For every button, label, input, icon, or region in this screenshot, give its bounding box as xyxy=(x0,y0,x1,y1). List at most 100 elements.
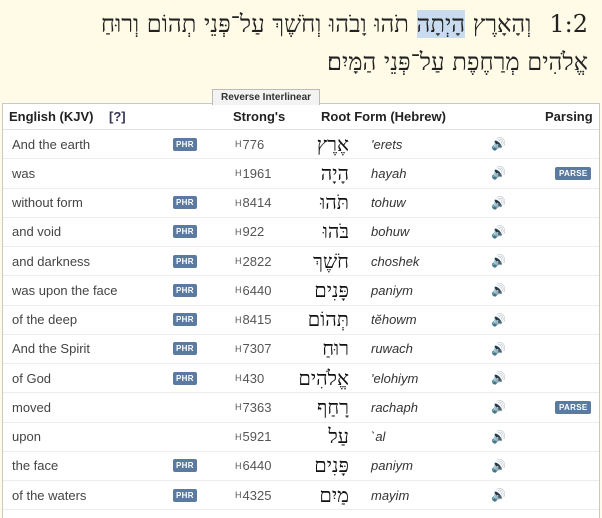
english-word-link[interactable]: of the deep xyxy=(12,306,77,334)
table-row: of the waters PHR H 4325 מַיִם mayim 🔊 xyxy=(3,481,599,511)
verse-highlighted-word[interactable]: הָיְתָה xyxy=(416,10,466,38)
hebrew-root-word[interactable]: הָיָה xyxy=(321,159,349,187)
english-word-link[interactable]: and void xyxy=(12,218,61,246)
strongs-number-link[interactable]: H 7363 xyxy=(235,393,271,421)
hebrew-root-word[interactable]: אֶרֶץ xyxy=(317,130,349,158)
strongs-number[interactable]: 1961 xyxy=(243,166,272,181)
transliteration: paniym xyxy=(371,282,413,298)
phrase-button[interactable]: PHR xyxy=(173,459,197,473)
english-word-link[interactable]: the face xyxy=(12,452,58,480)
strongs-prefix: H xyxy=(235,285,242,296)
strongs-number[interactable]: 922 xyxy=(243,224,265,239)
speaker-icon[interactable]: 🔊 xyxy=(491,306,506,334)
strongs-number-link[interactable]: H 1961 xyxy=(235,159,271,187)
phrase-button[interactable]: PHR xyxy=(173,313,197,327)
strongs-number-link[interactable]: H 6440 xyxy=(235,452,271,480)
parse-button[interactable]: PARSE xyxy=(555,166,592,180)
interlinear-panel: English (KJV) [?] Strong's Root Form (He… xyxy=(2,103,600,518)
english-word-link[interactable]: without form xyxy=(12,189,83,217)
phrase-button[interactable]: PHR xyxy=(173,225,197,239)
strongs-prefix: H xyxy=(235,373,242,384)
strongs-prefix: H xyxy=(235,139,242,150)
english-word-link[interactable]: and darkness xyxy=(12,247,90,275)
strongs-number-link[interactable]: H 8415 xyxy=(235,306,271,334)
strongs-number[interactable]: 6440 xyxy=(243,283,272,298)
strongs-number[interactable]: 8414 xyxy=(243,195,272,210)
strongs-number-link[interactable]: H 776 xyxy=(235,130,264,158)
strongs-number[interactable]: 8415 xyxy=(243,312,272,327)
speaker-icon[interactable]: 🔊 xyxy=(491,189,506,217)
hebrew-root-word[interactable]: חֹשֶׁךְ xyxy=(313,247,349,275)
verse-text-area: 1:2 וְהָאָרֶץ הָיְתָה תֹהוּ וָבֹהוּ וְחֹש… xyxy=(0,0,602,100)
strongs-number-link[interactable]: H 5921 xyxy=(235,423,271,451)
tab-reverse-interlinear[interactable]: Reverse Interlinear xyxy=(212,89,320,105)
strongs-number[interactable]: 7363 xyxy=(243,400,272,415)
english-word-link[interactable]: And the Spirit xyxy=(12,335,90,363)
speaker-icon[interactable]: 🔊 xyxy=(491,452,506,480)
english-word-link[interactable]: And the earth xyxy=(12,130,90,158)
strongs-number[interactable]: 776 xyxy=(243,137,265,152)
hebrew-root-word[interactable]: תֹּהוּ xyxy=(320,189,349,217)
hebrew-root-word[interactable]: רָחַף xyxy=(317,393,349,421)
english-word-link[interactable]: of the waters xyxy=(12,481,86,509)
english-word-link[interactable]: was upon the face xyxy=(12,276,118,304)
strongs-number[interactable]: 430 xyxy=(243,371,265,386)
transliteration: paniym xyxy=(371,458,413,474)
strongs-number[interactable]: 6440 xyxy=(243,458,272,473)
strongs-number-link[interactable]: H 8414 xyxy=(235,189,271,217)
phrase-button[interactable]: PHR xyxy=(173,254,197,268)
speaker-icon[interactable]: 🔊 xyxy=(491,481,506,509)
verse-hebrew-segment[interactable]: תֹהוּ וָבֹהוּ וְחֹשֶׁךְ עַל־פְּנֵי תְהוֹ… xyxy=(101,10,417,38)
strongs-number-link[interactable]: H 7307 xyxy=(235,335,271,363)
strongs-prefix: H xyxy=(235,460,242,471)
strongs-number[interactable]: 5921 xyxy=(243,429,272,444)
column-header-parsing: Parsing xyxy=(545,109,593,124)
hebrew-root-word[interactable]: מַיִם xyxy=(319,481,349,509)
phrase-button[interactable]: PHR xyxy=(173,137,197,151)
speaker-icon[interactable]: 🔊 xyxy=(491,393,506,421)
phrase-button[interactable]: PHR xyxy=(173,196,197,210)
hebrew-root-word[interactable]: פָּנִים xyxy=(314,452,349,480)
verse-hebrew-segment[interactable]: וְהָאָרֶץ xyxy=(465,10,532,38)
strongs-number-link[interactable]: H 430 xyxy=(235,364,264,392)
speaker-icon[interactable]: 🔊 xyxy=(491,276,506,304)
strongs-number-link[interactable]: H 922 xyxy=(235,218,264,246)
speaker-icon[interactable]: 🔊 xyxy=(491,247,506,275)
strongs-number-link[interactable]: H 2822 xyxy=(235,247,271,275)
hebrew-root-word[interactable]: עַל xyxy=(328,423,349,451)
transliteration: mayim xyxy=(371,487,410,503)
speaker-icon[interactable]: 🔊 xyxy=(491,423,506,451)
strongs-number[interactable]: 4325 xyxy=(243,488,272,503)
speaker-icon[interactable]: 🔊 xyxy=(491,218,506,246)
strongs-number[interactable]: 7307 xyxy=(243,341,272,356)
hebrew-root-word[interactable]: אֱלֹהִים xyxy=(298,364,349,392)
speaker-icon[interactable]: 🔊 xyxy=(491,335,506,363)
english-word-link[interactable]: was xyxy=(12,159,35,187)
table-row: and void PHR H 922 בֹּהוּ bohuw 🔊 xyxy=(3,218,599,247)
phrase-button[interactable]: PHR xyxy=(173,342,197,356)
english-word-link[interactable]: of God xyxy=(12,364,51,392)
strongs-prefix: H xyxy=(235,197,242,208)
hebrew-root-word[interactable]: פָּנִים xyxy=(314,276,349,304)
strongs-number-link[interactable]: H 6440 xyxy=(235,276,271,304)
speaker-icon[interactable]: 🔊 xyxy=(491,364,506,392)
strongs-number-link[interactable]: H 4325 xyxy=(235,481,271,509)
table-header: English (KJV) [?] Strong's Root Form (He… xyxy=(3,104,599,130)
strongs-number[interactable]: 2822 xyxy=(243,254,272,269)
hebrew-root-word[interactable]: תְּהוֹם xyxy=(308,306,349,334)
english-word-link[interactable]: upon xyxy=(12,423,41,451)
strongs-prefix: H xyxy=(235,226,242,237)
hebrew-root-word[interactable]: רוּחַ xyxy=(322,335,349,363)
help-link[interactable]: [?] xyxy=(109,109,126,124)
verse-line-2[interactable]: אֱלֹהִים מְרַחֶפֶת עַל־פְּנֵי הַמָּיִם׃ xyxy=(327,48,588,77)
speaker-icon[interactable]: 🔊 xyxy=(491,159,506,187)
phrase-button[interactable]: PHR xyxy=(173,371,197,385)
table-row: the face PHR H 6440 פָּנִים paniym 🔊 xyxy=(3,452,599,481)
english-word-link[interactable]: moved xyxy=(12,393,51,421)
parse-button[interactable]: PARSE xyxy=(555,400,592,414)
phrase-button[interactable]: PHR xyxy=(173,488,197,502)
speaker-icon[interactable]: 🔊 xyxy=(491,130,506,158)
transliteration: tĕhowm xyxy=(371,312,417,328)
phrase-button[interactable]: PHR xyxy=(173,283,197,297)
hebrew-root-word[interactable]: בֹּהוּ xyxy=(323,218,349,246)
